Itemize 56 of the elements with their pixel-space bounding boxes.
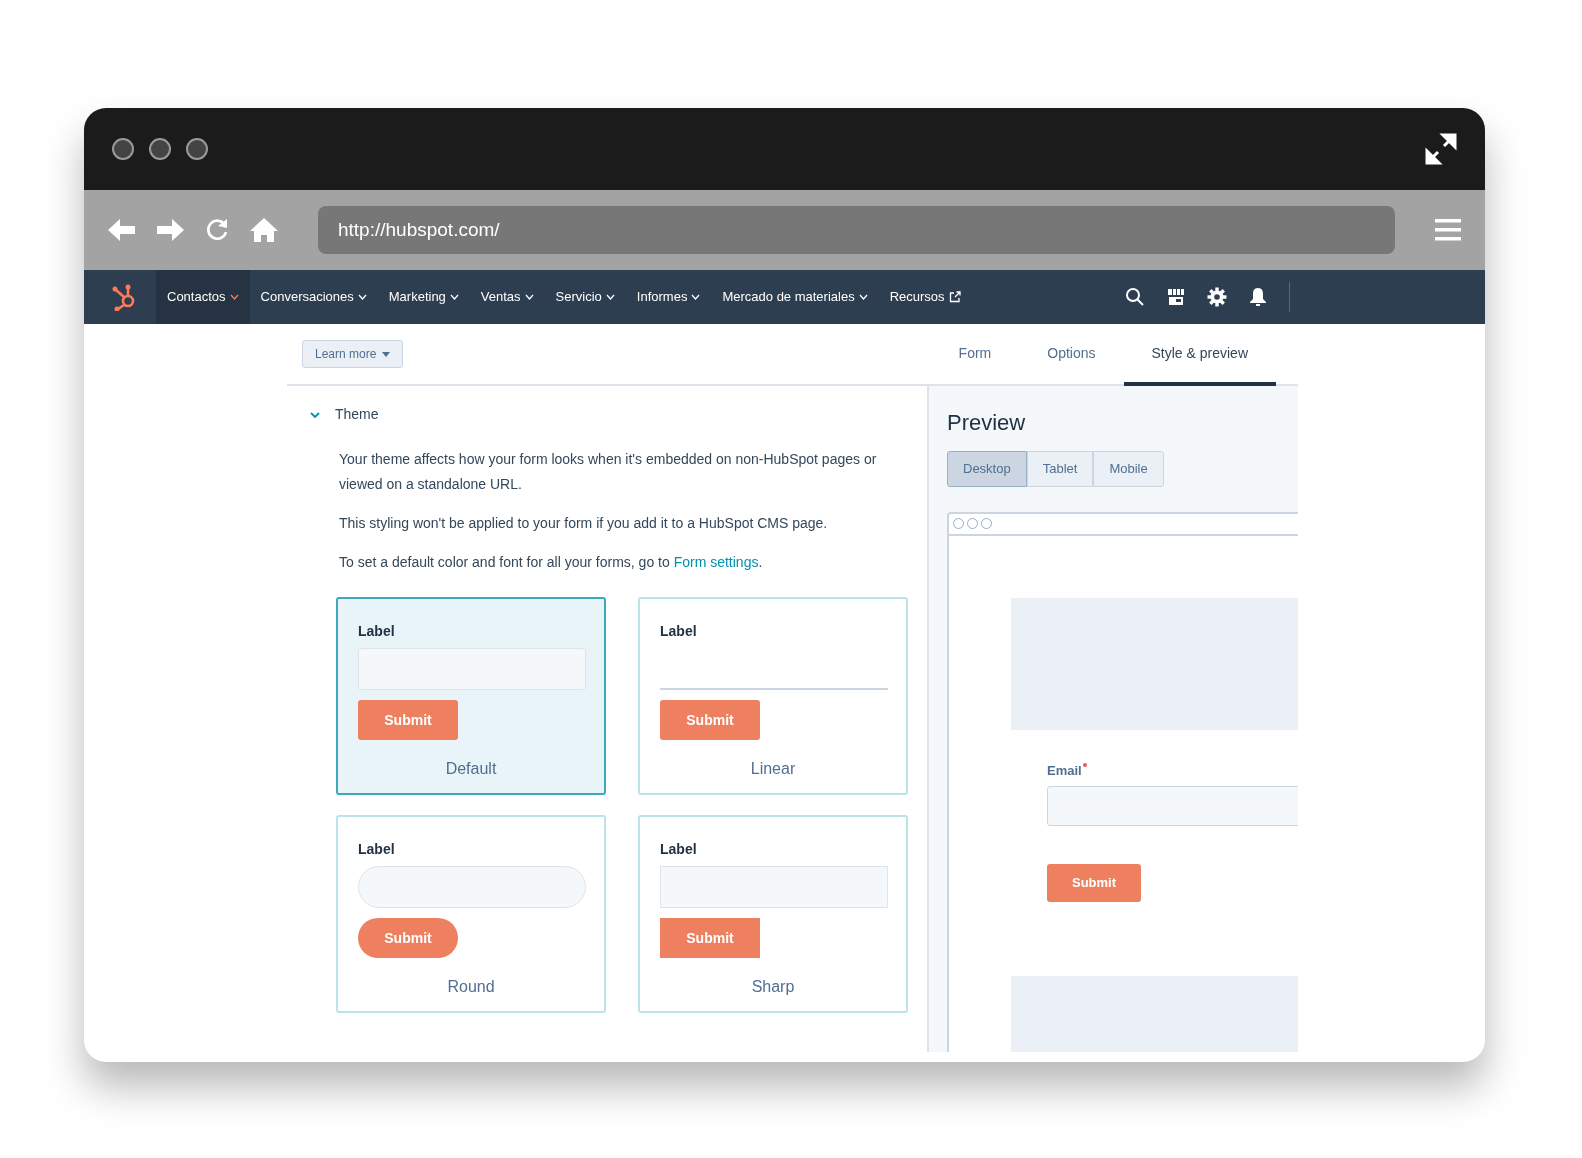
window-button[interactable] bbox=[112, 138, 134, 160]
tab[interactable]: Form bbox=[930, 324, 1020, 386]
external-link-icon bbox=[948, 291, 961, 303]
preview-title: Preview bbox=[947, 409, 1027, 437]
caret-icon bbox=[382, 351, 391, 357]
search-icon[interactable] bbox=[1125, 287, 1145, 307]
theme-option-card[interactable]: Label Submit Sharp bbox=[638, 815, 908, 1013]
theme-name: Round bbox=[447, 977, 495, 997]
chevron-icon bbox=[524, 294, 534, 300]
learn-more-button[interactable]: Learn more bbox=[302, 340, 404, 368]
chevron-icon bbox=[357, 294, 367, 300]
bell-icon[interactable] bbox=[1249, 287, 1267, 307]
submit-button: Submit bbox=[358, 918, 458, 958]
theme-name: Sharp bbox=[751, 977, 795, 997]
chevron-icon bbox=[605, 294, 615, 300]
paragraph: This styling won't be applied to your form if you add it to a HubSpot CMS page. bbox=[339, 514, 829, 533]
device-toggle[interactable]: Mobile bbox=[1093, 451, 1164, 487]
theme-name: Default bbox=[445, 759, 497, 779]
window-button[interactable] bbox=[149, 138, 171, 160]
nav-menu-item[interactable]: Marketing bbox=[377, 270, 470, 324]
email-field[interactable] bbox=[1047, 785, 1298, 826]
paragraph: To set a default color and font for all your forms, go to Form settings. bbox=[339, 553, 764, 572]
field-label: Label bbox=[660, 840, 697, 859]
device-toggle[interactable]: Desktop bbox=[947, 451, 1027, 487]
nav-menu-item[interactable]: Recursos bbox=[878, 270, 972, 324]
tab[interactable]: Options bbox=[1019, 324, 1124, 386]
expand-icon[interactable] bbox=[1425, 133, 1457, 165]
settings-icon[interactable] bbox=[1207, 287, 1227, 307]
field-label: Label bbox=[358, 622, 395, 641]
window-button[interactable] bbox=[186, 138, 208, 160]
theme-option-card[interactable]: Label Submit Default bbox=[336, 597, 606, 795]
theme-option-card[interactable]: Label Submit Linear bbox=[638, 597, 908, 795]
chevron-icon bbox=[691, 294, 701, 300]
device-toggle[interactable]: Tablet bbox=[1026, 451, 1094, 487]
section-title: Theme bbox=[335, 405, 379, 424]
nav-menu-item[interactable]: Ventas bbox=[469, 270, 545, 324]
storefront-icon[interactable] bbox=[1167, 288, 1185, 306]
submit-button: Submit bbox=[358, 700, 458, 740]
nav-menu-item[interactable]: Conversaciones bbox=[249, 270, 378, 324]
submit-button: Submit bbox=[660, 918, 760, 958]
paragraph: Your theme affects how your form looks when it's embedded on non-HubSpot pages or viewed on a standalone URL. bbox=[339, 450, 878, 494]
nav-menu-item[interactable]: Informes bbox=[625, 270, 712, 324]
theme-option-card[interactable]: Label Submit Round bbox=[336, 815, 606, 1013]
theme-name: Linear bbox=[750, 759, 796, 779]
nav-menu-item[interactable]: Contactos bbox=[156, 270, 250, 324]
address-bar[interactable]: http://hubspot.com/ bbox=[318, 206, 1395, 254]
chevron-icon bbox=[858, 294, 868, 300]
chevron-icon bbox=[229, 294, 239, 300]
chevron-icon bbox=[449, 294, 459, 300]
chevron-icon[interactable] bbox=[309, 410, 321, 419]
field-label: Label bbox=[660, 622, 697, 641]
nav-menu-item[interactable]: Servicio bbox=[544, 270, 626, 324]
submit-button: Submit bbox=[660, 700, 760, 740]
nav-menu-item[interactable]: Mercado de materiales bbox=[711, 270, 879, 324]
field-label: Label bbox=[358, 840, 395, 859]
field-label: Email bbox=[1047, 760, 1087, 780]
